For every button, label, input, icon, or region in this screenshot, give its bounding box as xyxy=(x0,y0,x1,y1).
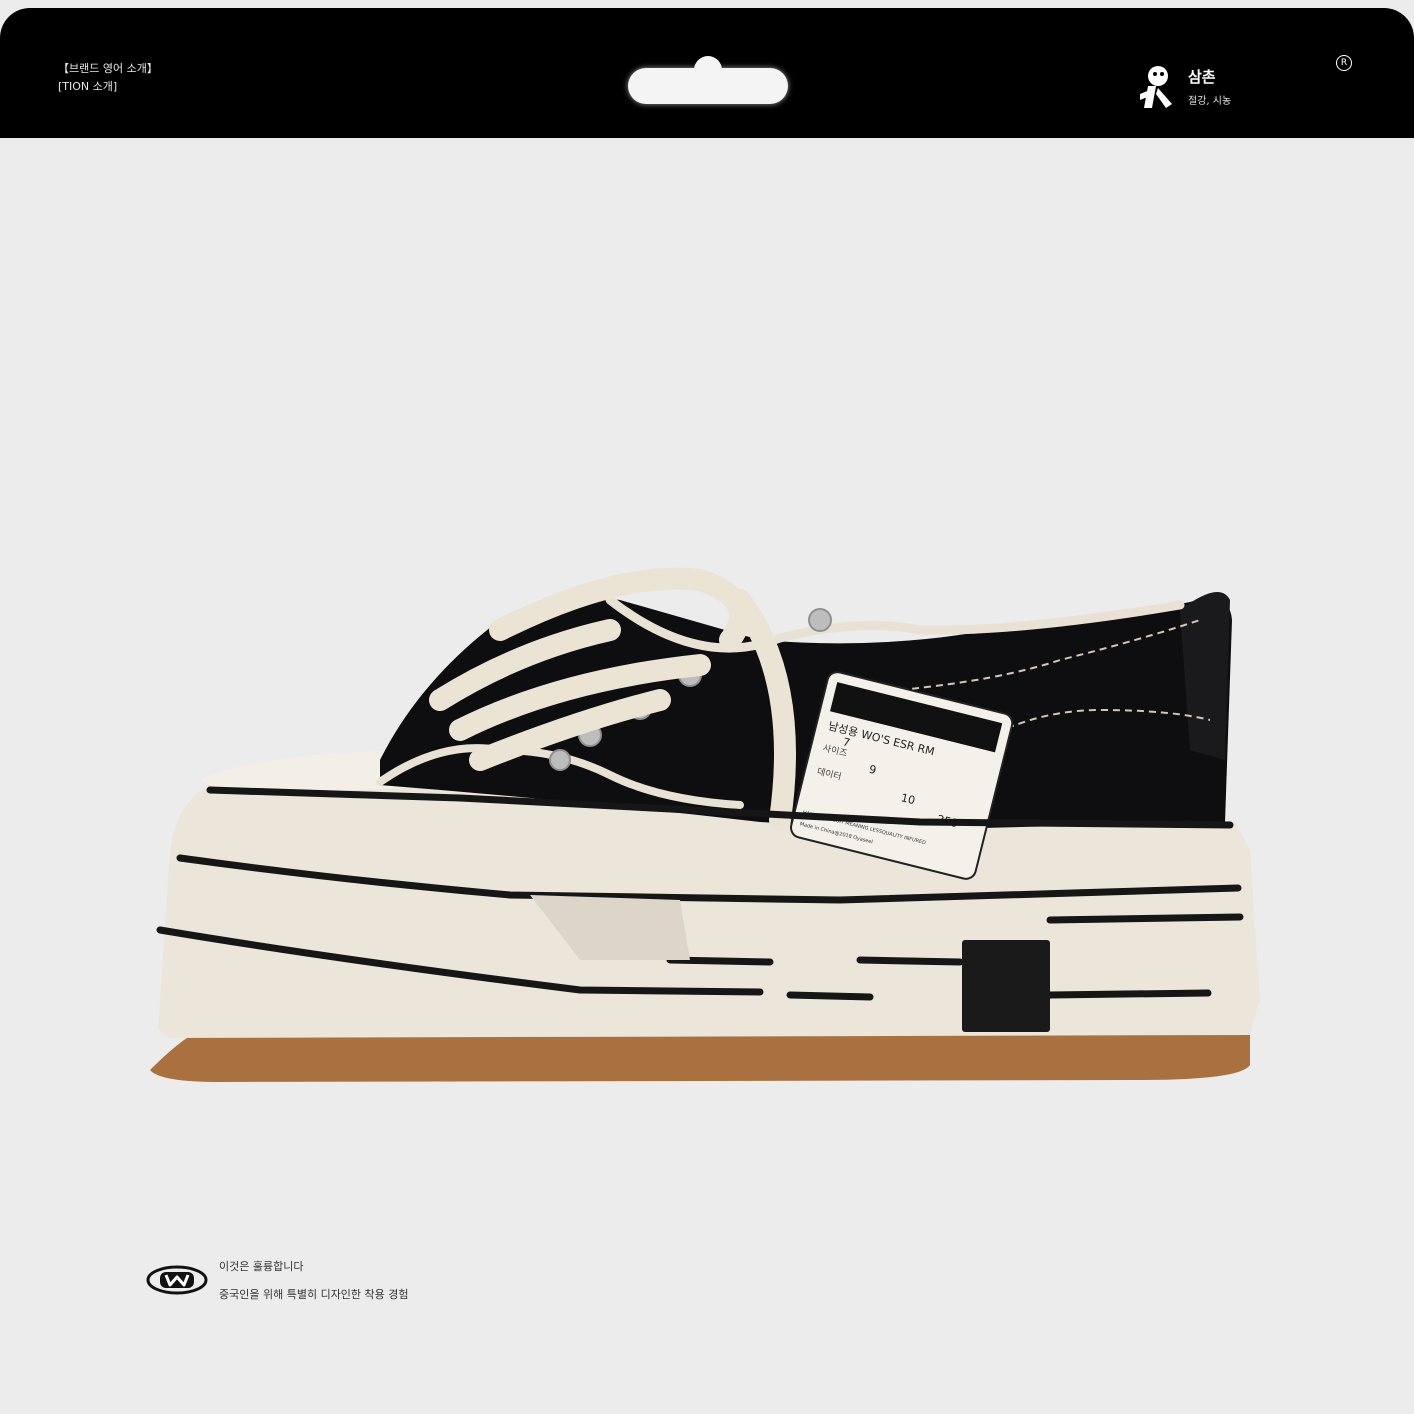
midsole-stripe xyxy=(1046,913,1244,924)
gum-outsole xyxy=(150,1030,1250,1082)
brand-intro: 【브랜드 영어 소개】 [TION 소개] xyxy=(58,60,158,96)
logo-title: 삼촌 xyxy=(1188,68,1216,86)
registered-trademark-icon: R xyxy=(1336,55,1352,71)
midsole-stripe xyxy=(1046,989,1212,999)
sneaker-illustration: 남성용 WO'S ESR RM 사이즈 데이터 7 9 10 250 HANDS… xyxy=(150,567,1260,1082)
midsole-stripe xyxy=(856,956,964,966)
hang-hole xyxy=(628,56,788,104)
eyelet xyxy=(808,608,832,632)
footer-tagline: 이것은 훌륭합니다 xyxy=(219,1260,304,1273)
black-textured-patch xyxy=(962,940,1050,1032)
eyelet xyxy=(549,749,571,771)
midsole-stripe xyxy=(786,991,874,1001)
brand-intro-line-2: [TION 소개] xyxy=(58,80,118,93)
brand-intro-line-1: 【브랜드 영어 소개】 xyxy=(58,62,158,75)
header-banner: 【브랜드 영어 소개】 [TION 소개] 삼촌 절강, 시농 R xyxy=(0,8,1414,138)
footer-description: 중국인을 위해 특별히 디자인한 착용 경험 xyxy=(219,1288,409,1301)
w-logo-icon xyxy=(146,1265,208,1295)
logo-subtitle: 절강, 시농 xyxy=(1188,96,1232,107)
midsole-stripe xyxy=(666,956,774,966)
mascot-logo-icon xyxy=(1140,66,1172,108)
